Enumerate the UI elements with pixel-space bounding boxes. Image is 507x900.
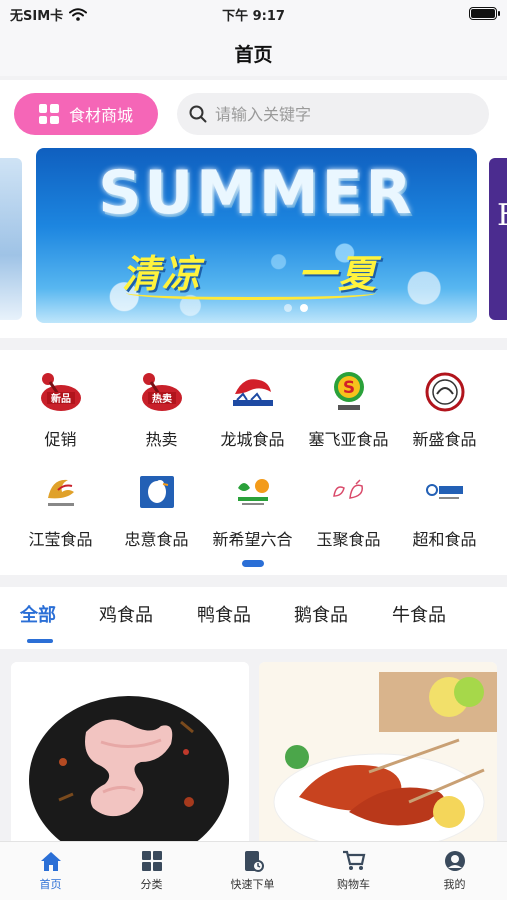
category-tabs: 全部 鸡食品 鸭食品 鹅食品 牛食品 [0,587,507,649]
search-icon [189,105,207,123]
svg-text:S: S [342,378,354,398]
tab-chicken[interactable]: 鸡食品 [99,601,153,627]
carousel-dot-active[interactable] [300,304,308,312]
tab-beef[interactable]: 牛食品 [392,601,446,627]
duck-logo-icon [132,470,182,514]
brand-item-zhongyi[interactable]: 忠意食品 [106,470,207,550]
brand-label: 江莹食品 [28,530,93,549]
tabbar-label: 分类 [140,878,163,891]
tabbar-label: 首页 [39,878,62,891]
page-title: 首页 [234,44,273,66]
grid-page-indicator [242,560,264,567]
next-peek-letter: F [497,198,507,233]
brand-item-saifeiya[interactable]: S 塞飞亚食品 [298,370,399,450]
battery-icon [469,7,500,20]
tabbar-profile[interactable]: 我的 [404,850,505,892]
nav-bar: 首页 [0,28,507,76]
tabbar-cart[interactable]: 购物车 [303,850,404,892]
brand-label: 超和食品 [412,530,477,549]
tabbar-home[interactable]: 首页 [0,850,101,892]
dragon-logo-icon [228,370,278,414]
brand-item-xinsheng[interactable]: 新盛食品 [394,370,495,450]
brand-item-hot[interactable]: 热卖 热卖 [111,370,212,450]
poultry-sketch-logo-icon [324,470,374,514]
grilled-wings-skewer-photo [259,662,497,852]
banner-prev-peek[interactable] [0,158,22,320]
tabbar-label: 我的 [443,878,466,891]
chaohe-logo-icon [420,470,470,514]
product-card[interactable] [259,662,497,852]
carousel-dot[interactable] [284,304,292,312]
brand-item-jiangying[interactable]: 江莹食品 [10,470,111,550]
brand-label: 龙城食品 [220,430,285,449]
bird-logo-icon [36,470,86,514]
banner-next-peek[interactable]: F [489,158,507,320]
tabbar-quick-order[interactable]: 快速下单 [202,850,303,892]
tabbar-label: 购物车 [337,878,370,891]
search-row: 食材商城 [0,80,507,148]
food-mall-button[interactable]: 食材商城 [14,93,158,135]
banner-slide[interactable]: SUMMER 清凉 一夏 [36,148,477,323]
cart-icon [342,850,365,870]
new-hope-logo-icon [228,470,278,514]
hot-sale-badge-icon: 热卖 [137,370,187,414]
brand-item-newhope[interactable]: 新希望六合 [202,470,303,550]
brand-item-yuju[interactable]: 玉聚食品 [298,470,399,550]
search-input[interactable] [215,104,475,124]
tab-active-indicator [27,639,53,643]
tabbar-category[interactable]: 分类 [101,850,202,892]
tab-duck[interactable]: 鸭食品 [197,601,251,627]
tab-all[interactable]: 全部 [20,601,56,627]
brand-label: 热卖 [145,430,178,449]
banner-swoosh [126,286,376,300]
brand-label: 玉聚食品 [316,530,381,549]
s-circle-logo-icon: S [324,370,374,414]
tab-goose[interactable]: 鹅食品 [294,601,348,627]
banner-carousel[interactable]: SUMMER 清凉 一夏 F [0,148,507,338]
brand-label: 新希望六合 [212,530,293,549]
category-grid-icon [141,851,162,871]
tabbar-label: 快速下单 [230,878,275,891]
brand-item-promo[interactable]: 新品 促销 [10,370,111,450]
svg-text:热卖: 热卖 [152,392,172,405]
brand-grid: 新品 促销 热卖 热卖 龙城食品 S 塞飞亚食品 新盛食品 江莹食品 忠意食品 … [0,350,507,575]
product-card[interactable] [11,662,249,852]
promo-badge-icon: 新品 [36,370,86,414]
grid-icon [38,104,59,124]
banner-title: SUMMER [98,158,415,228]
quick-order-icon [244,851,264,872]
clock: 下午 9:17 [222,9,285,24]
product-grid [0,649,507,852]
food-mall-label: 食材商城 [68,106,133,125]
raw-chicken-wings-photo [11,662,249,852]
brand-label: 忠意食品 [124,530,189,549]
status-bar: 无SIM卡 下午 9:17 [0,0,507,28]
search-bar[interactable] [177,93,489,135]
round-badge-logo-icon [420,370,470,414]
brand-label: 新盛食品 [412,430,477,449]
carousel-dots [284,304,308,312]
bottom-tab-bar: 首页 分类 快速下单 购物车 我的 [0,841,507,900]
brand-item-longcheng[interactable]: 龙城食品 [202,370,303,450]
home-icon [40,852,61,871]
brand-item-chaohe[interactable]: 超和食品 [394,470,495,550]
profile-icon [444,851,465,871]
brand-label: 促销 [44,430,77,449]
brand-label: 塞飞亚食品 [308,430,389,449]
svg-text:新品: 新品 [51,392,71,405]
